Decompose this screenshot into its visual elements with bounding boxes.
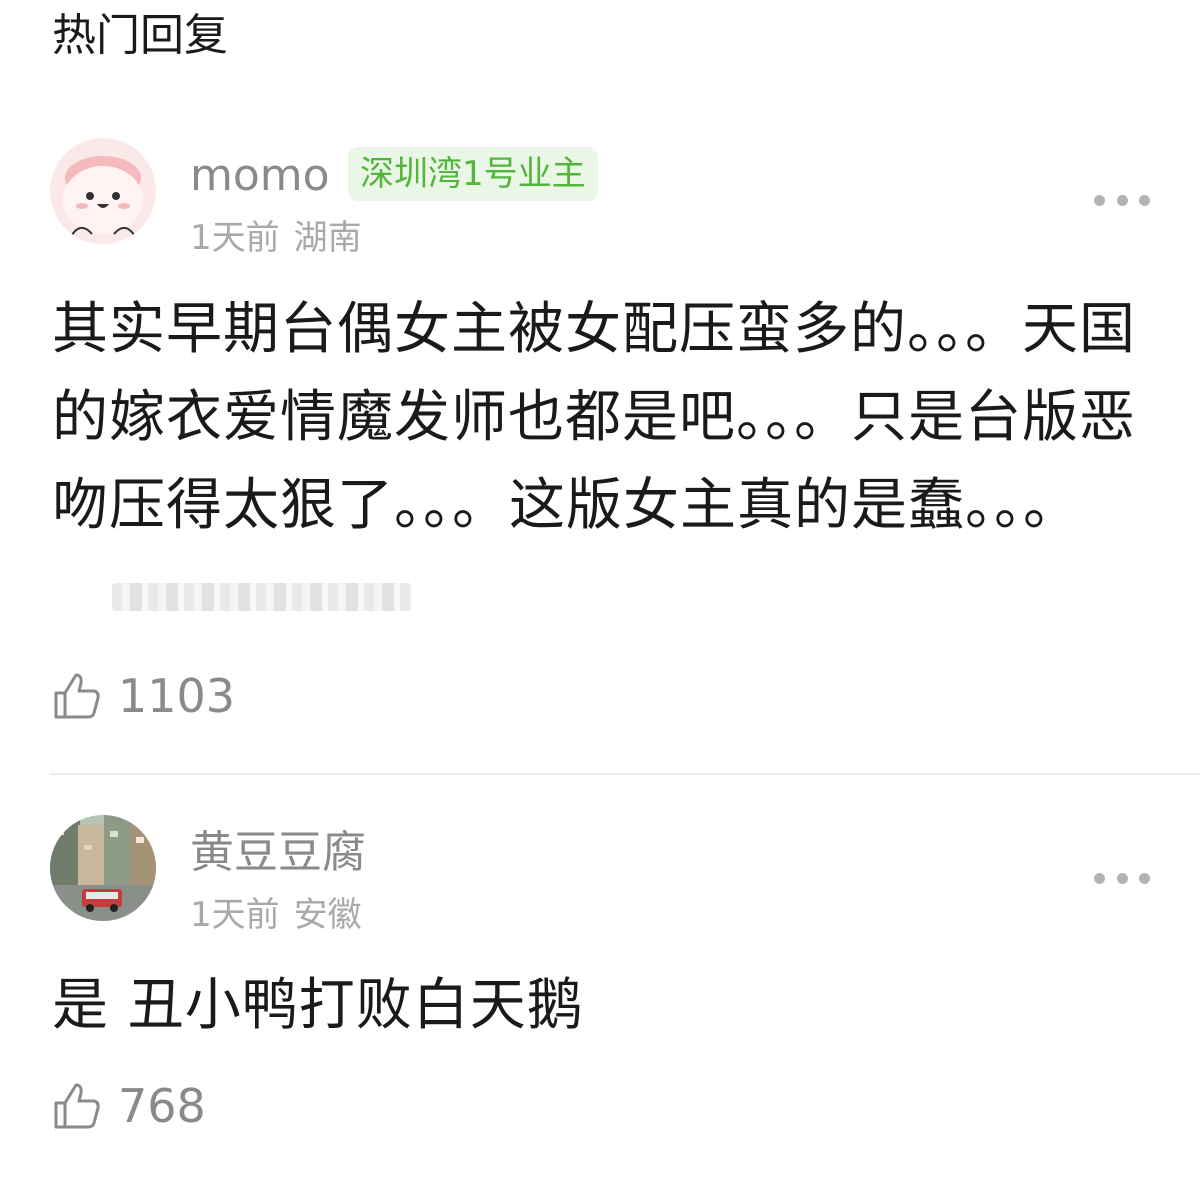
- username[interactable]: 黄豆豆腐: [190, 825, 366, 881]
- comment-meta: 1天前 湖南: [190, 216, 362, 260]
- section-title: 热门回复: [52, 10, 228, 61]
- like-count: 768: [118, 1079, 206, 1133]
- like-count: 1103: [118, 669, 236, 723]
- blurred-content: [112, 582, 412, 611]
- comment-meta: 1天前 安徽: [190, 893, 362, 937]
- more-options-button[interactable]: [1094, 866, 1150, 890]
- comment-text: 是 丑小鸭打败白天鹅: [52, 973, 584, 1038]
- comment-time: 1天前: [190, 895, 280, 935]
- thumbs-up-icon: [54, 1083, 100, 1129]
- comment-text: 其实早期台偶女主被女配压蛮多的。。。天国的嫁衣爱情魔发师也都是吧。。。只是台版恶…: [52, 286, 1152, 638]
- like-button[interactable]: 1103: [52, 668, 235, 724]
- like-button[interactable]: 768: [52, 1078, 206, 1134]
- comment-location: 安徽: [293, 895, 362, 935]
- divider: [50, 773, 1200, 775]
- more-options-button[interactable]: [1094, 188, 1150, 212]
- street-photo-avatar-icon: [50, 815, 156, 921]
- comment-location: 湖南: [293, 218, 362, 258]
- user-avatar[interactable]: [50, 138, 156, 244]
- cartoon-face-avatar-icon: [50, 138, 156, 244]
- username[interactable]: momo: [190, 148, 330, 204]
- thumbs-up-icon: [54, 673, 100, 719]
- user-avatar[interactable]: [50, 815, 156, 921]
- comment-time: 1天前: [190, 218, 280, 258]
- more-dots-icon: [1094, 194, 1105, 206]
- user-badge: 深圳湾1号业主: [348, 147, 598, 201]
- more-dots-icon: [1094, 872, 1105, 884]
